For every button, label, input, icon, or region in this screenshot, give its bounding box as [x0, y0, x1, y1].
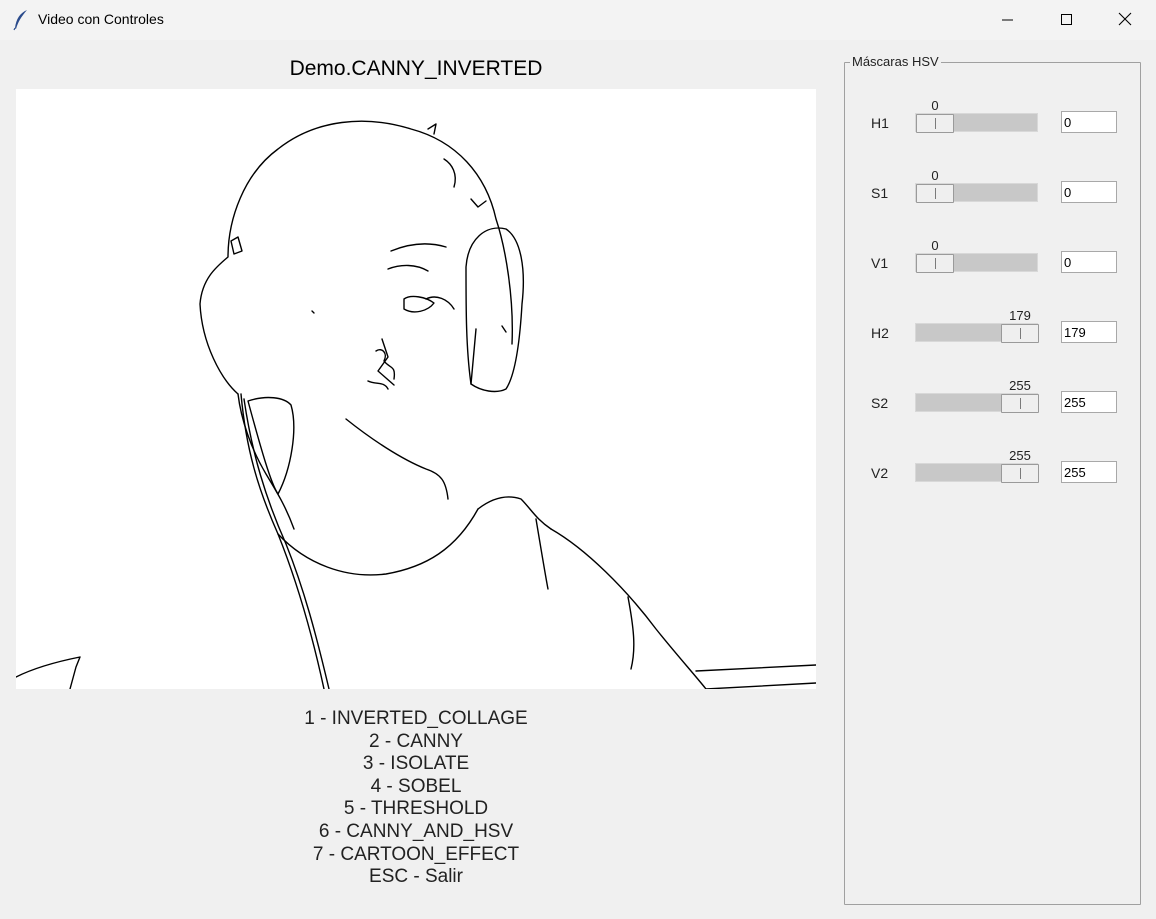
- slider-row-h2: H2 179: [844, 308, 1141, 358]
- slider-thumb[interactable]: [916, 184, 954, 203]
- feather-icon: [13, 10, 27, 31]
- window-title: Video con Controles: [38, 11, 164, 27]
- slider-row-s2: S2 255: [844, 378, 1141, 428]
- slider-thumb[interactable]: [1001, 394, 1039, 413]
- h2-entry[interactable]: [1061, 321, 1117, 343]
- maximize-button[interactable]: [1037, 0, 1095, 40]
- close-icon: [1118, 12, 1132, 26]
- h1-slider[interactable]: [915, 113, 1038, 133]
- menu-item: 6 - CANNY_AND_HSV: [318, 820, 514, 842]
- title-bar: Video con Controles: [0, 0, 1156, 40]
- h1-entry[interactable]: [1061, 111, 1117, 133]
- slider-value-label: 179: [1009, 308, 1031, 323]
- menu-item: ESC - Salir: [369, 866, 463, 888]
- canny-edge-image: [16, 120, 816, 689]
- menu-item: 7 - CARTOON_EFFECT: [312, 843, 520, 865]
- menu-item: 2 - CANNY: [369, 730, 463, 752]
- slider-label: H2: [871, 325, 889, 341]
- window-content: Demo.CANNY_INVERTED 1 - INVERTED_COLLAGE…: [0, 40, 1156, 919]
- slider-label: H1: [871, 115, 889, 131]
- s2-slider[interactable]: [915, 393, 1039, 413]
- s2-entry[interactable]: [1061, 391, 1117, 413]
- slider-label: S1: [871, 185, 889, 201]
- slider-label: V1: [871, 255, 889, 271]
- hsv-panel-title: Máscaras HSV: [850, 54, 941, 69]
- v2-slider[interactable]: [915, 463, 1039, 483]
- s1-entry[interactable]: [1061, 181, 1117, 203]
- slider-thumb[interactable]: [916, 114, 954, 133]
- slider-thumb[interactable]: [916, 254, 954, 273]
- slider-row-v2: V2 255: [844, 448, 1141, 498]
- maximize-icon: [1061, 14, 1072, 25]
- v1-entry[interactable]: [1061, 251, 1117, 273]
- slider-row-v1: V1 0: [844, 238, 1141, 288]
- slider-thumb[interactable]: [1001, 324, 1039, 343]
- close-button[interactable]: [1096, 0, 1154, 40]
- slider-row-s1: S1 0: [844, 168, 1141, 218]
- slider-value-label: 255: [1009, 378, 1031, 393]
- slider-value-label: 0: [931, 98, 939, 113]
- slider-row-h1: H1 0: [844, 98, 1141, 148]
- slider-label: V2: [871, 465, 889, 481]
- menu-item: 5 - THRESHOLD: [343, 798, 489, 820]
- h2-slider[interactable]: [915, 323, 1039, 343]
- slider-thumb[interactable]: [1001, 464, 1039, 483]
- slider-value-label: 255: [1009, 448, 1031, 463]
- video-frame: [16, 89, 816, 689]
- s1-slider[interactable]: [915, 183, 1038, 203]
- keyboard-shortcut-menu: 1 - INVERTED_COLLAGE 2 - CANNY 3 - ISOLA…: [16, 708, 816, 889]
- menu-item: 3 - ISOLATE: [362, 753, 470, 775]
- menu-item: 1 - INVERTED_COLLAGE: [304, 708, 528, 729]
- slider-value-label: 0: [931, 168, 939, 183]
- slider-label: S2: [871, 395, 889, 411]
- v1-slider[interactable]: [915, 253, 1038, 273]
- minimize-icon: [1002, 19, 1013, 21]
- menu-item: 4 - SOBEL: [370, 775, 462, 797]
- v2-entry[interactable]: [1061, 461, 1117, 483]
- slider-value-label: 0: [931, 238, 939, 253]
- minimize-button[interactable]: [979, 0, 1037, 40]
- demo-title: Demo.CANNY_INVERTED: [289, 57, 543, 80]
